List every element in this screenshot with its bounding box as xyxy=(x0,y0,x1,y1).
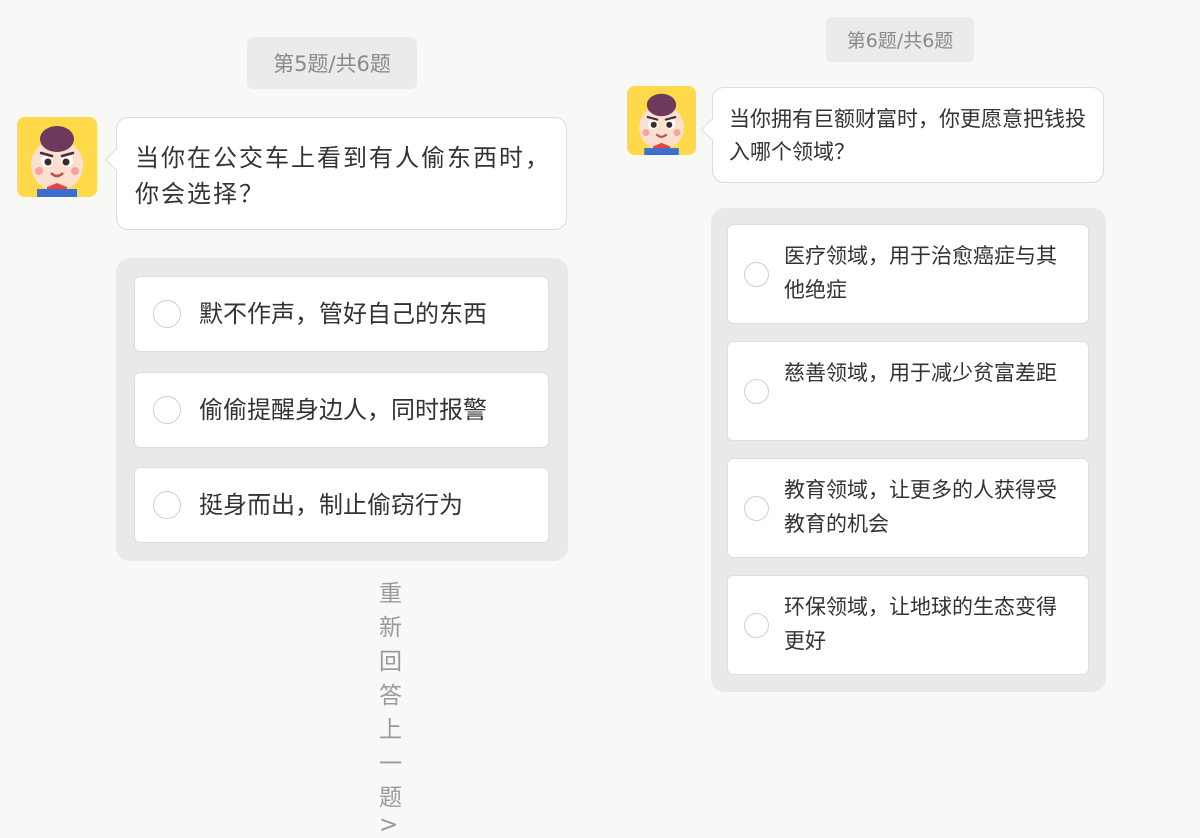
option-1[interactable]: 医疗领域，用于治愈癌症与其他绝症 xyxy=(727,224,1089,324)
option-2[interactable]: 偷偷提醒身边人，同时报警 xyxy=(134,372,549,448)
radio-unchecked-icon[interactable] xyxy=(744,379,769,404)
option-label: 慈善领域，用于减少贫富差距 xyxy=(784,361,1057,385)
avatar xyxy=(627,86,696,155)
option-label: 默不作声，管好自己的东西 xyxy=(199,300,487,328)
radio-unchecked-icon[interactable] xyxy=(744,496,769,521)
option-4[interactable]: 环保领域，让地球的生态变得更好 xyxy=(727,575,1089,675)
option-label: 教育领域，让更多的人获得受教育的机会 xyxy=(784,478,1057,536)
radio-unchecked-icon[interactable] xyxy=(744,613,769,638)
option-3[interactable]: 教育领域，让更多的人获得受教育的机会 xyxy=(727,458,1089,558)
question-text: 当你拥有巨额财富时，你更愿意把钱投入哪个领域？ xyxy=(729,107,1086,164)
cartoon-boy-avatar-icon xyxy=(17,117,97,197)
option-3[interactable]: 挺身而出，制止偷窃行为 xyxy=(134,467,549,543)
cartoon-boy-avatar-icon xyxy=(627,86,696,155)
radio-unchecked-icon[interactable] xyxy=(744,262,769,287)
option-label: 偷偷提醒身边人，同时报警 xyxy=(199,396,487,424)
option-1[interactable]: 默不作声，管好自己的东西 xyxy=(134,276,549,352)
radio-unchecked-icon[interactable] xyxy=(153,300,181,328)
options-list: 默不作声，管好自己的东西 偷偷提醒身边人，同时报警 挺身而出，制止偷窃行为 xyxy=(116,258,568,561)
question-bubble: 当你拥有巨额财富时，你更愿意把钱投入哪个领域？ xyxy=(712,87,1104,183)
option-label: 环保领域，让地球的生态变得更好 xyxy=(784,595,1057,653)
options-list: 医疗领域，用于治愈癌症与其他绝症 慈善领域，用于减少贫富差距 教育领域，让更多的… xyxy=(711,208,1106,692)
option-2[interactable]: 慈善领域，用于减少贫富差距 xyxy=(727,341,1089,441)
option-label: 挺身而出，制止偷窃行为 xyxy=(199,491,463,519)
question-text: 当你在公交车上看到有人偷东西时，你会选择？ xyxy=(135,144,551,208)
progress-badge: 第6题/共6题 xyxy=(826,17,974,62)
radio-unchecked-icon[interactable] xyxy=(153,396,181,424)
progress-badge: 第5题/共6题 xyxy=(247,37,417,89)
redo-previous-link[interactable]: 重新回答上一题> xyxy=(379,574,402,838)
radio-unchecked-icon[interactable] xyxy=(153,491,181,519)
avatar xyxy=(17,117,97,197)
option-label: 医疗领域，用于治愈癌症与其他绝症 xyxy=(784,244,1057,302)
question-bubble: 当你在公交车上看到有人偷东西时，你会选择？ xyxy=(116,117,567,230)
